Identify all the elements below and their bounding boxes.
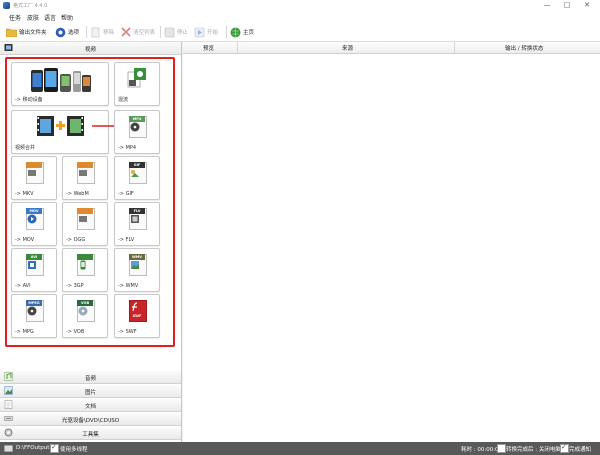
shutdown-checkbox[interactable] bbox=[497, 444, 506, 453]
category-picture-label: 图片 bbox=[84, 390, 96, 396]
elapsed-time: 耗时 : 00:00:00 bbox=[461, 447, 503, 453]
clear-list-label: 清空列表 bbox=[133, 30, 156, 36]
stop-button[interactable]: 停止 bbox=[164, 26, 188, 38]
home-button[interactable]: 主页 bbox=[230, 26, 254, 38]
menu-task[interactable]: 任务 bbox=[9, 13, 21, 22]
options-icon bbox=[55, 27, 66, 38]
remove-icon bbox=[90, 27, 101, 38]
home-globe-icon bbox=[230, 27, 241, 38]
minimize-button[interactable]: — bbox=[538, 1, 556, 10]
start-icon bbox=[194, 27, 205, 38]
column-source[interactable]: 来源 bbox=[238, 42, 455, 54]
menu-bar: 任务 皮肤 语言 帮助 bbox=[0, 11, 600, 23]
multithread-checkbox[interactable] bbox=[50, 443, 59, 453]
column-source-label: 来源 bbox=[342, 46, 354, 52]
menu-skin[interactable]: 皮肤 bbox=[27, 13, 39, 22]
category-audio-label: 音频 bbox=[84, 376, 96, 382]
category-video[interactable]: 视频 bbox=[0, 42, 181, 55]
column-preview[interactable]: 预览 bbox=[183, 42, 238, 54]
category-video-label: 视频 bbox=[84, 47, 96, 53]
shutdown-label: 转换完成后 : 关闭电脑 bbox=[506, 447, 561, 453]
highlight-frame bbox=[5, 57, 175, 347]
stop-label: 停止 bbox=[177, 30, 189, 36]
maximize-button[interactable]: □ bbox=[558, 1, 576, 10]
home-label: 主页 bbox=[243, 30, 255, 36]
options-label: 选项 bbox=[68, 30, 80, 36]
notify-label: 完成通知 bbox=[569, 447, 592, 453]
remove-button[interactable]: 移除 bbox=[90, 26, 114, 38]
start-label: 开始 bbox=[207, 30, 219, 36]
category-picture[interactable]: 图片 bbox=[0, 385, 181, 398]
close-button[interactable]: ✕ bbox=[578, 1, 596, 10]
category-rom-device[interactable]: 光驱设备\DVD\CD\ISO bbox=[0, 413, 181, 426]
start-button[interactable]: 开始 bbox=[194, 26, 218, 38]
category-rom-label: 光驱设备\DVD\CD\ISO bbox=[61, 418, 120, 424]
column-output-status[interactable]: 输出 / 转换状态 bbox=[455, 42, 600, 54]
output-folder-button[interactable]: 输出文件夹 bbox=[6, 26, 47, 38]
folder-icon bbox=[6, 27, 17, 38]
toolbar: 输出文件夹 选项 移除 清空列表 停止 开始 主页 bbox=[0, 23, 600, 42]
menu-language[interactable]: 语言 bbox=[44, 13, 56, 22]
stop-icon bbox=[164, 27, 175, 38]
menu-help[interactable]: 帮助 bbox=[61, 13, 73, 22]
notify-checkbox[interactable] bbox=[560, 443, 569, 453]
output-folder-icon bbox=[4, 445, 13, 454]
category-document[interactable]: 文档 bbox=[0, 399, 181, 412]
app-logo-icon bbox=[3, 2, 10, 9]
category-tools[interactable]: 工具集 bbox=[0, 427, 181, 440]
status-bar: D:\FFOutput 使用多线程 耗时 : 00:00:00 转换完成后 : … bbox=[0, 442, 600, 455]
output-path[interactable]: D:\FFOutput bbox=[16, 445, 49, 451]
category-tools-label: 工具集 bbox=[82, 432, 99, 438]
format-sidebar: 视频 -> 移动设备 混流 视频合并 MP4 -> MP4 -> MKV -> … bbox=[0, 42, 182, 442]
remove-label: 移除 bbox=[103, 30, 115, 36]
multithread-label: 使用多线程 bbox=[60, 447, 88, 453]
clear-list-button[interactable]: 清空列表 bbox=[120, 26, 155, 38]
window-title: 格式工厂 4.4.0 bbox=[13, 3, 48, 9]
output-folder-label: 输出文件夹 bbox=[19, 30, 47, 36]
category-audio[interactable]: 音频 bbox=[0, 371, 181, 384]
column-preview-label: 预览 bbox=[203, 46, 215, 52]
clear-icon bbox=[120, 27, 131, 38]
column-output-label: 输出 / 转换状态 bbox=[505, 46, 544, 52]
options-button[interactable]: 选项 bbox=[55, 26, 79, 38]
task-list: 预览 来源 输出 / 转换状态 bbox=[183, 42, 600, 442]
category-document-label: 文档 bbox=[84, 404, 96, 410]
